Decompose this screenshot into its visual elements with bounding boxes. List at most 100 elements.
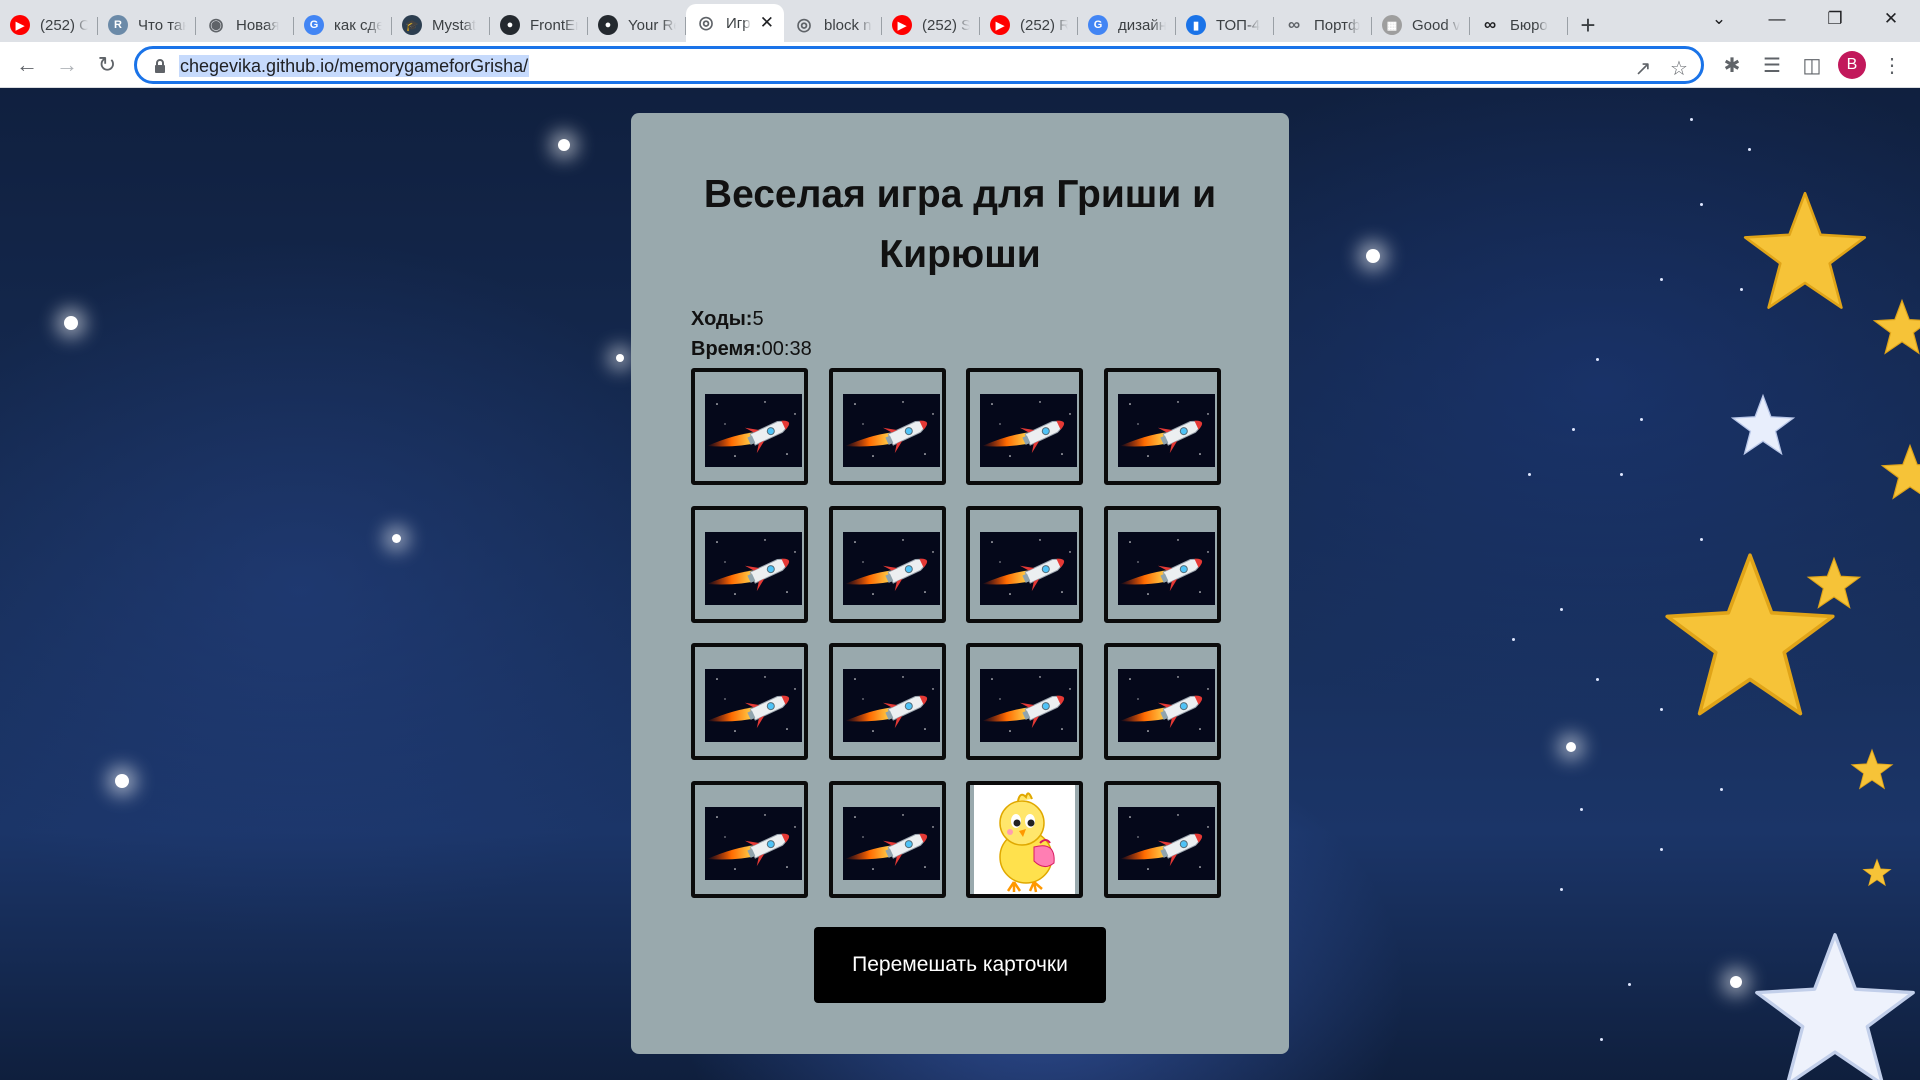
memory-card[interactable] (691, 643, 808, 760)
card-back (705, 806, 802, 880)
browser-tab[interactable]: ∞ Бюро (1470, 8, 1568, 42)
memory-card[interactable] (691, 505, 808, 623)
time-value: 00:38 (761, 338, 812, 360)
memory-card[interactable] (966, 368, 1083, 485)
tab-title: block n (824, 16, 872, 34)
menu-kebab-icon[interactable]: ⋮ (1880, 53, 1904, 77)
chrome-icon: ◉ (208, 15, 224, 34)
memory-card[interactable] (691, 368, 808, 485)
behance-icon: ∞ (1287, 15, 1301, 34)
sparkle-decoration (1730, 976, 1742, 988)
white-star-icon (1730, 393, 1796, 456)
new-tab-icon[interactable]: + (1568, 8, 1608, 42)
browser-tab[interactable]: ◎ Игр ✕ (686, 4, 784, 42)
browser-tab[interactable]: ◉ Новая (196, 8, 294, 42)
sparkle-decoration (392, 534, 401, 543)
lock-icon[interactable] (153, 58, 167, 74)
memory-card[interactable] (966, 643, 1083, 760)
memory-card[interactable] (828, 643, 946, 760)
browser-tab[interactable]: R Что так (98, 8, 196, 42)
rocket-icon (707, 538, 796, 595)
side-panel-icon[interactable]: ◫ (1800, 53, 1824, 77)
restore-icon[interactable]: ❐ (1806, 0, 1864, 38)
memory-card[interactable] (828, 505, 946, 623)
tab-close-icon[interactable]: ✕ (760, 13, 774, 33)
game-title: Веселая игра для Гриши и Кирюши (703, 173, 1217, 276)
window-close-icon[interactable]: ✕ (1862, 0, 1920, 38)
gold-star-icon (1880, 443, 1920, 500)
game-panel: Веселая игра для Гриши и Кирюши Ходы:5 В… (631, 113, 1289, 1054)
star-dot (1560, 888, 1563, 891)
browser-tab[interactable]: Gкак сде (294, 8, 392, 42)
memory-card[interactable] (1103, 643, 1221, 760)
card-back (705, 669, 802, 742)
star-dot (1748, 148, 1751, 151)
tab-title: ТОП-4 (1216, 16, 1261, 34)
tab-title: Что так (138, 16, 186, 34)
memory-card-revealed[interactable] (966, 780, 1083, 898)
rocket-icon (707, 813, 796, 870)
star-dot (1596, 358, 1599, 361)
memory-card[interactable] (1103, 780, 1221, 898)
browser-tab[interactable]: ∞ Портф (1274, 8, 1372, 42)
gold-star-icon (1743, 191, 1867, 309)
memory-card[interactable] (966, 505, 1083, 623)
memory-card[interactable] (828, 368, 946, 485)
browser-tab[interactable]: ● Your Re (588, 8, 686, 42)
browser-tab[interactable]: ▶ (252) C (0, 8, 98, 42)
rocket-icon (982, 538, 1071, 595)
forward-icon[interactable]: → (52, 50, 82, 80)
youtube-icon: ▶ (892, 15, 912, 35)
memory-card[interactable] (1103, 505, 1221, 623)
rocket-icon (844, 813, 934, 870)
shuffle-button[interactable]: Перемешать карточки (814, 927, 1106, 1003)
star-dot (1700, 203, 1703, 206)
browser-tab[interactable]: ▦ Good v (1372, 8, 1470, 42)
back-icon[interactable]: ← (12, 50, 42, 80)
tab-title: Бюро (1510, 16, 1548, 34)
profile-avatar[interactable]: B (1838, 51, 1866, 79)
memory-card[interactable] (691, 780, 808, 898)
sparkle-decoration (64, 316, 78, 330)
gold-star-icon (1850, 748, 1894, 790)
media-control-icon[interactable]: ☰ (1760, 53, 1784, 77)
star-dot (1690, 118, 1693, 121)
site-icon: ▦ (1382, 15, 1402, 35)
card-back (705, 531, 802, 605)
bookmark-star-icon[interactable]: ☆ (1667, 56, 1691, 80)
browser-tab[interactable]: ● FrontEr (490, 8, 588, 42)
github-icon: ● (598, 15, 618, 35)
browser-tab[interactable]: ◎ block n (784, 8, 882, 42)
browser-tab[interactable]: ▶ (252) S (882, 8, 980, 42)
card-grid (691, 368, 1231, 908)
rocket-icon (1119, 538, 1209, 595)
star-dot (1572, 428, 1575, 431)
memory-card[interactable] (828, 780, 946, 898)
star-dot (1600, 1038, 1603, 1041)
page-background: Веселая игра для Гриши и Кирюши Ходы:5 В… (0, 88, 1920, 1080)
share-icon[interactable]: ↗ (1631, 56, 1655, 80)
tab-search-icon[interactable]: ⌄ (1690, 0, 1748, 38)
browser-tab[interactable]: Gдизайн (1078, 8, 1176, 42)
card-face-chick (974, 784, 1075, 894)
rocket-icon (1119, 676, 1209, 732)
sparkle-decoration (115, 774, 129, 788)
card-back (842, 806, 940, 880)
card-back (1117, 394, 1215, 467)
address-bar[interactable]: chegevika.github.io/memorygameforGrisha/… (134, 46, 1704, 84)
star-dot (1700, 538, 1703, 541)
card-back (1117, 531, 1215, 605)
reload-icon[interactable]: ↻ (92, 50, 122, 80)
star-dot (1660, 278, 1663, 281)
url-text[interactable]: chegevika.github.io/memorygameforGrisha/ (179, 55, 530, 77)
minimize-icon[interactable]: — (1748, 0, 1806, 38)
browser-tab[interactable]: ▮ ТОП-4 (1176, 8, 1274, 42)
card-back (980, 531, 1077, 605)
memory-card[interactable] (1103, 368, 1221, 485)
card-back (705, 394, 802, 467)
browser-tab[interactable]: ▶ (252) R (980, 8, 1078, 42)
sparkle-decoration (616, 354, 624, 362)
extensions-icon[interactable]: ✱ (1720, 53, 1744, 77)
browser-tab[interactable]: 🎓 Mystat (392, 8, 490, 42)
star-dot (1528, 473, 1531, 476)
